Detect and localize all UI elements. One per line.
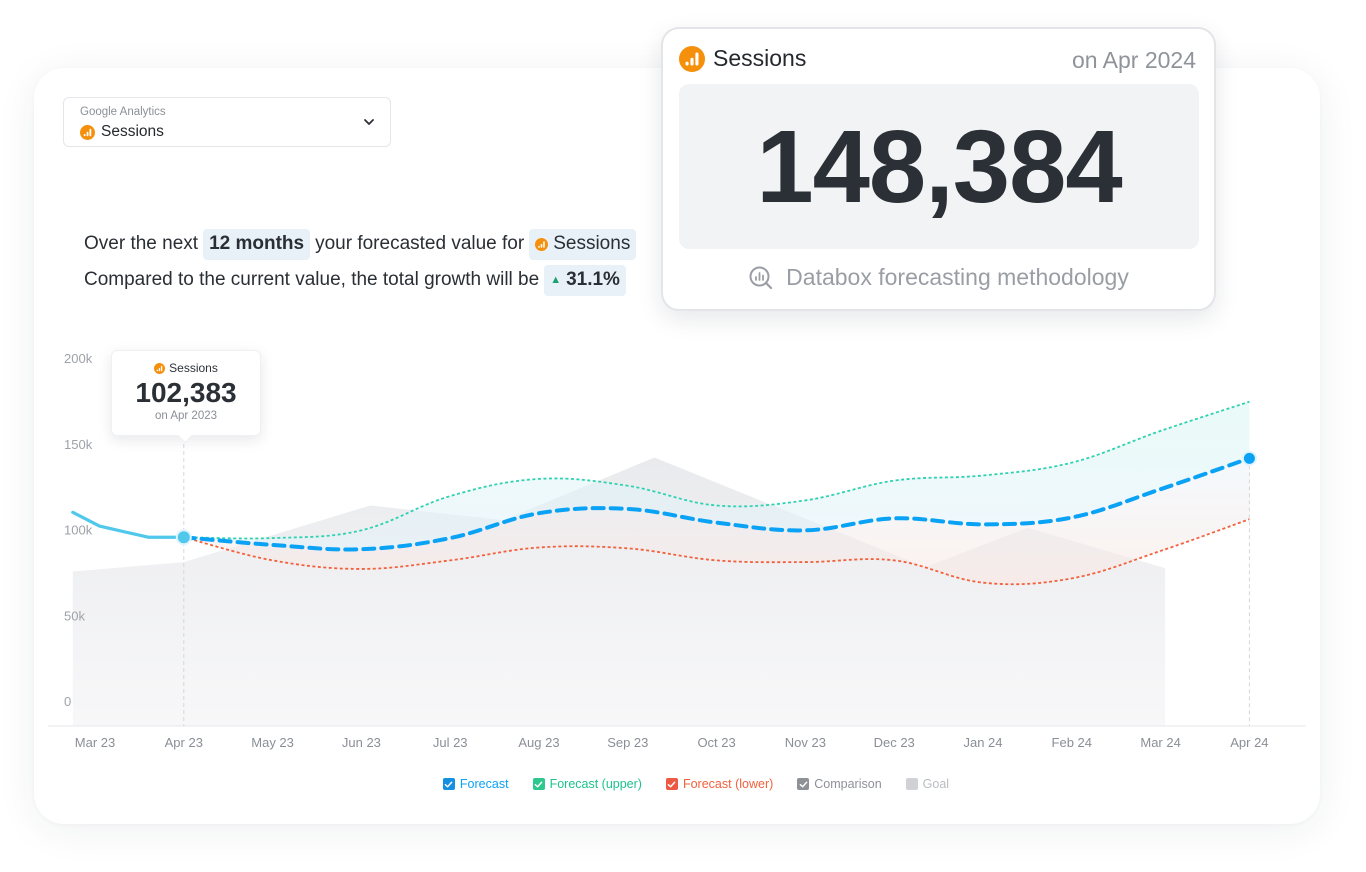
y-tick-label: 100k xyxy=(64,523,93,538)
x-tick-label: Feb 24 xyxy=(1052,735,1092,750)
google-analytics-icon xyxy=(154,362,166,374)
x-tick-label: Apr 23 xyxy=(165,735,203,750)
y-tick-label: 150k xyxy=(64,437,93,452)
forecast-card-metric: Sessions xyxy=(713,45,807,71)
legend-item-comparison[interactable]: Comparison xyxy=(797,777,882,791)
tooltip-metric: Sessions xyxy=(169,361,218,375)
forecast-card-date: on Apr 2024 xyxy=(1071,47,1196,73)
analytics-search-icon xyxy=(749,266,773,289)
y-tick-label: 50k xyxy=(64,608,85,623)
legend-label: Forecast xyxy=(459,777,509,791)
checkbox-checked-icon[interactable] xyxy=(665,778,678,790)
x-tick-label: Sep 23 xyxy=(607,735,648,750)
x-tick-label: Jun 23 xyxy=(342,735,381,750)
checkbox-checked-icon[interactable] xyxy=(442,778,455,790)
legend-item-forecast-upper[interactable]: Forecast (upper) xyxy=(532,777,642,791)
x-tick-label: Mar 23 xyxy=(75,735,115,750)
chart-legend: Forecast Forecast (upper) Forecast (lower)… xyxy=(0,777,1366,791)
forecast-end-point xyxy=(1241,450,1257,466)
legend-label: Comparison xyxy=(814,777,882,791)
legend-item-forecast[interactable]: Forecast xyxy=(442,777,509,791)
x-tick-label: May 23 xyxy=(251,735,294,750)
x-tick-label: Aug 23 xyxy=(518,735,559,750)
x-tick-label: Jan 24 xyxy=(963,735,1002,750)
forecast-value-card: Sessions on Apr 2024 148,384 Databox for… xyxy=(661,27,1216,311)
checkbox-checked-icon[interactable] xyxy=(797,778,810,790)
x-tick-label: Dec 23 xyxy=(874,735,915,750)
methodology-link[interactable]: Databox forecasting methodology xyxy=(663,264,1214,291)
x-tick-label: Jul 23 xyxy=(433,735,468,750)
checkbox-unchecked-icon[interactable] xyxy=(905,778,918,790)
legend-item-goal[interactable]: Goal xyxy=(905,777,950,791)
legend-label: Goal xyxy=(922,777,950,791)
y-tick-label: 0 xyxy=(64,694,71,709)
tooltip-date: on Apr 2023 xyxy=(154,410,218,422)
google-analytics-icon xyxy=(679,45,705,72)
legend-item-forecast-lower[interactable]: Forecast (lower) xyxy=(665,777,774,791)
data-point-tooltip: Sessions 102,383 on Apr 2023 xyxy=(111,350,261,444)
x-tick-label: Oct 23 xyxy=(697,735,735,750)
legend-label: Forecast (upper) xyxy=(549,777,642,791)
x-tick-label: Apr 24 xyxy=(1230,735,1268,750)
legend-label: Forecast (lower) xyxy=(682,777,774,791)
tooltip-value: 102,383 xyxy=(135,377,237,408)
x-tick-label: Nov 23 xyxy=(785,735,826,750)
forecast-card-value: 148,384 xyxy=(756,108,1122,224)
x-tick-label: Mar 24 xyxy=(1140,735,1180,750)
y-tick-label: 200k xyxy=(64,351,93,366)
checkbox-checked-icon[interactable] xyxy=(532,778,545,790)
highlighted-point xyxy=(175,529,192,546)
